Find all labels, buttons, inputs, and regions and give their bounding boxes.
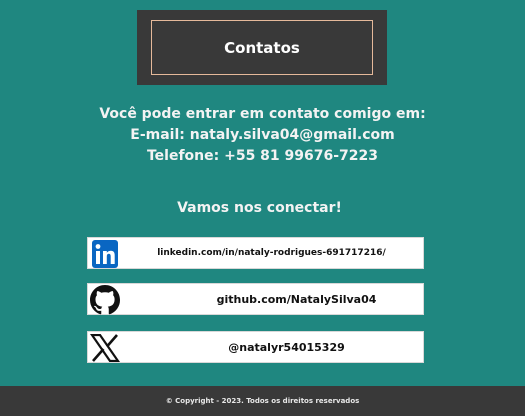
title-panel: Contatos (137, 10, 387, 85)
github-label: github.com/NatalySilva04 (216, 292, 377, 306)
page-title: Contatos (151, 20, 373, 75)
linkedin-icon (90, 239, 120, 269)
x-link[interactable]: @natalyr54015329 (87, 331, 424, 363)
x-icon (90, 333, 120, 363)
connect-heading: Vamos nos conectar! (177, 200, 342, 216)
contact-info: Você pode entrar em contato comigo em: E… (0, 104, 525, 167)
github-icon (90, 285, 120, 315)
linkedin-link[interactable]: linkedin.com/in/nataly-rodrigues-6917172… (87, 237, 424, 269)
email-line[interactable]: E-mail: nataly.silva04@gmail.com (0, 125, 525, 146)
x-label: @natalyr54015329 (228, 340, 345, 354)
copyright-text: © Copyright - 2023. Todos os direitos re… (165, 397, 360, 405)
footer: © Copyright - 2023. Todos os direitos re… (0, 386, 525, 416)
phone-line[interactable]: Telefone: +55 81 99676-7223 (0, 146, 525, 167)
linkedin-label: linkedin.com/in/nataly-rodrigues-6917172… (157, 248, 386, 258)
github-link[interactable]: github.com/NatalySilva04 (87, 283, 424, 315)
contact-intro: Você pode entrar em contato comigo em: (99, 106, 426, 122)
